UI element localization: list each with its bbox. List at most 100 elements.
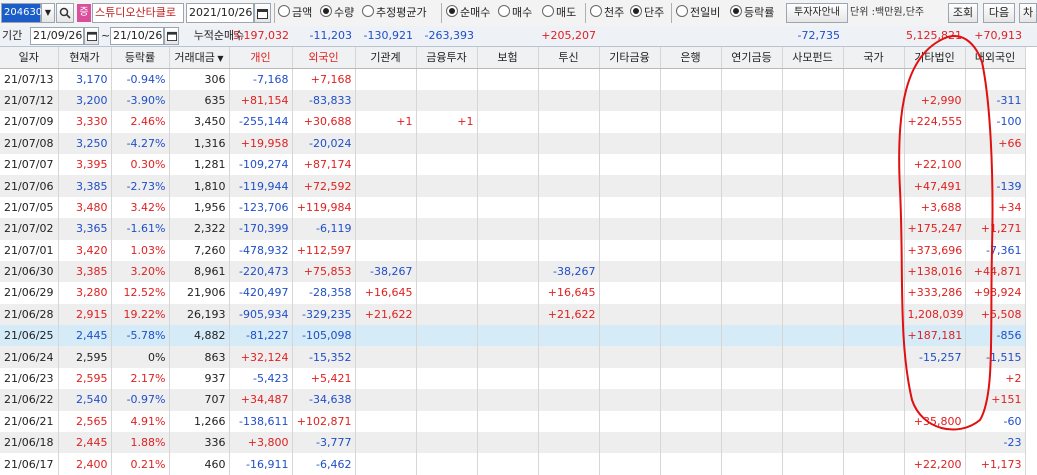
- table-cell: +34: [965, 196, 1026, 219]
- stock-code-input[interactable]: 204630: [1, 3, 42, 23]
- table-row[interactable]: 21/06/17 2,400 0.21% 460 -16,911 -6,462 +22,20…: [0, 453, 1026, 475]
- table-cell: -3,777: [292, 432, 356, 454]
- column-header[interactable]: 기타법인: [904, 47, 966, 69]
- radio-avg-price[interactable]: 추정평균가: [362, 3, 427, 23]
- table-cell: +22,200: [904, 453, 966, 475]
- column-header[interactable]: 기관계: [355, 47, 417, 69]
- radio-prev-diff[interactable]: 전일비: [676, 3, 720, 23]
- date-input[interactable]: 2021/10/26: [186, 3, 254, 23]
- table-row[interactable]: 21/06/21 2,565 4.91% 1,266 -138,611 +102,871 +…: [0, 410, 1026, 433]
- table-cell: [477, 367, 539, 390]
- column-header[interactable]: 거래대금 ▼: [169, 47, 230, 69]
- table-cell: -4.27%: [111, 132, 170, 154]
- investor-guide-button[interactable]: 투자자안내: [786, 3, 848, 23]
- table-row[interactable]: 21/06/25 2,445 -5.78% 4,882 -81,227 -105,098 +…: [0, 325, 1026, 347]
- table-cell: [538, 325, 600, 347]
- table-cell: [843, 325, 905, 347]
- column-header[interactable]: 보험: [477, 47, 539, 69]
- radio-thousand-shares[interactable]: 천주: [590, 3, 624, 23]
- table-cell: -38,267: [538, 260, 600, 283]
- table-row[interactable]: 21/07/08 3,250 -4.27% 1,316 +19,958 -20,024 +6…: [0, 132, 1026, 154]
- table-row[interactable]: 21/07/01 3,420 1.03% 7,260 -478,932 +112,597 +…: [0, 239, 1026, 261]
- end-date-picker[interactable]: [164, 27, 179, 45]
- column-header[interactable]: 외국인: [292, 47, 356, 69]
- radio-buy[interactable]: 매수: [498, 3, 532, 23]
- column-header[interactable]: 개인: [229, 47, 293, 69]
- next-button[interactable]: 다음: [983, 3, 1015, 23]
- cumulative-total-cell: +205,207: [541, 29, 596, 42]
- period-label: 기간: [2, 29, 23, 42]
- stock-name-field[interactable]: 스튜디오산타클로: [92, 3, 184, 23]
- table-cell: [660, 346, 722, 368]
- table-cell: [538, 346, 600, 368]
- table-cell: [782, 282, 844, 304]
- table-row[interactable]: 21/06/28 2,915 19.22% 26,193 -905,934 -329,23…: [0, 303, 1026, 326]
- table-cell: 21/06/17: [0, 453, 59, 475]
- column-header[interactable]: 은행: [660, 47, 722, 69]
- table-cell: [660, 89, 722, 112]
- table-row[interactable]: 21/06/24 2,595 0% 863 +32,124 -15,352 -15,257-…: [0, 346, 1026, 368]
- table-cell: [416, 432, 478, 454]
- table-cell: 460: [169, 453, 230, 475]
- radio-quantity-circle: [320, 5, 332, 17]
- radio-amount[interactable]: 금액: [278, 3, 312, 23]
- column-header[interactable]: 사모펀드: [782, 47, 844, 69]
- column-header[interactable]: 일자: [0, 47, 59, 69]
- table-cell: [660, 410, 722, 433]
- radio-net-buy[interactable]: 순매수: [446, 3, 490, 23]
- column-header[interactable]: 국가: [843, 47, 905, 69]
- radio-change-rate[interactable]: 등락률: [730, 3, 774, 23]
- query-button[interactable]: 조회: [948, 3, 978, 23]
- radio-change-rate-label: 등락률: [744, 6, 775, 19]
- sort-arrow-icon[interactable]: ▼: [215, 54, 223, 63]
- column-header[interactable]: 투신: [538, 47, 600, 69]
- radio-single-shares[interactable]: 단주: [630, 3, 664, 23]
- code-dropdown-button[interactable]: ▼: [41, 3, 55, 23]
- table-cell: +66: [965, 132, 1026, 154]
- radio-quantity[interactable]: 수량: [320, 3, 354, 23]
- table-cell: [416, 196, 478, 219]
- table-cell: [660, 282, 722, 304]
- table-row[interactable]: 21/07/06 3,385 -2.73% 1,810 -119,944 +72,592 +…: [0, 175, 1026, 197]
- table-row[interactable]: 21/07/13 3,170 -0.94% 306 -7,168 +7,168: [0, 68, 1026, 90]
- table-row[interactable]: 21/07/07 3,395 0.30% 1,281 -109,274 +87,174 +2…: [0, 153, 1026, 176]
- table-cell: [721, 410, 783, 433]
- period-end-input[interactable]: 21/10/26: [110, 27, 164, 45]
- radio-sell[interactable]: 매도: [542, 3, 576, 23]
- table-cell: 937: [169, 367, 230, 390]
- table-cell: 1,956: [169, 196, 230, 219]
- table-row[interactable]: 21/07/02 3,365 -1.61% 2,322 -170,399 -6,119 +1…: [0, 218, 1026, 240]
- table-cell: [416, 282, 478, 304]
- table-cell: -15,257: [904, 346, 966, 368]
- period-start-input[interactable]: 21/09/26: [30, 27, 84, 45]
- chart-button[interactable]: 차: [1019, 3, 1037, 23]
- column-header[interactable]: 연기금등: [721, 47, 783, 69]
- cumulative-total-cell: [721, 27, 782, 45]
- cumulative-total-cell: [660, 27, 721, 45]
- table-row[interactable]: 21/06/22 2,540 -0.97% 707 +34,487 -34,638 +151: [0, 389, 1026, 411]
- table-cell: -23: [965, 432, 1026, 454]
- date-picker-button[interactable]: [254, 3, 271, 23]
- table-row[interactable]: 21/07/05 3,480 3.42% 1,956 -123,706 +119,984 +…: [0, 196, 1026, 219]
- table-row[interactable]: 21/06/29 3,280 12.52% 21,906 -420,497 -28,358…: [0, 282, 1026, 304]
- table-cell: +16,645: [538, 282, 600, 304]
- column-header[interactable]: 현재가: [58, 47, 112, 69]
- table-row[interactable]: 21/06/18 2,445 1.88% 336 +3,800 -3,777 -23: [0, 432, 1026, 454]
- table-row[interactable]: 21/07/09 3,330 2.46% 3,450 -255,144 +30,688 +1…: [0, 111, 1026, 133]
- table-cell: 2,445: [58, 325, 112, 347]
- table-row[interactable]: 21/06/23 2,595 2.17% 937 -5,423 +5,421 +2: [0, 367, 1026, 390]
- column-header[interactable]: 내외국인: [965, 47, 1026, 69]
- table-row[interactable]: 21/07/12 3,200 -3.90% 635 +81,154 -83,833 +2,9…: [0, 89, 1026, 112]
- column-header[interactable]: 금융투자: [416, 47, 478, 69]
- table-cell: -255,144: [229, 111, 293, 133]
- column-header[interactable]: 등락률: [111, 47, 170, 69]
- table-cell: [355, 432, 417, 454]
- table-cell: [904, 132, 966, 154]
- table-cell: [782, 132, 844, 154]
- table-cell: [843, 218, 905, 240]
- table-cell: [843, 367, 905, 390]
- table-row[interactable]: 21/06/30 3,385 3.20% 8,961 -220,473 +75,853 -3…: [0, 260, 1026, 283]
- start-date-picker[interactable]: [84, 27, 99, 45]
- search-button[interactable]: [56, 3, 74, 23]
- column-header[interactable]: 기타금융: [599, 47, 661, 69]
